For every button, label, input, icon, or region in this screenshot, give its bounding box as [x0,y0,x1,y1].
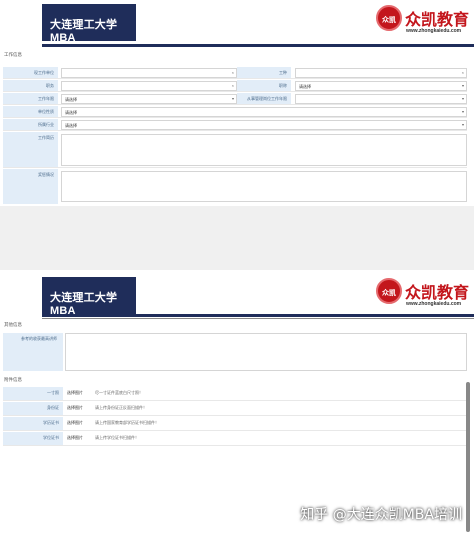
attachment-row: 身份证 选择图片 请上传身份证正反面扫描件！ [3,402,467,416]
clear-icon: × [231,70,234,75]
other-info-textarea[interactable] [65,333,467,371]
brand-name: 众凯教育 [405,283,470,302]
field-label: 职务 [3,80,58,91]
field-label: 身份证 [3,402,63,415]
form-row: 现工作单位 × 工种 × [3,67,467,79]
brand-name: 众凯教育 [405,10,470,29]
job-type-input[interactable]: × [295,68,467,78]
school-logo-text: 大连理工大学MBA [50,292,118,317]
brand-url: www.zhongkaiedu.com [406,301,462,307]
award-textarea[interactable] [61,171,467,202]
form-row: 所属行业 请选择 ▾ [3,119,467,131]
school-logo: 大连理工大学MBA [42,4,136,44]
header-divider [42,44,474,47]
brand-url: www.zhongkaiedu.com [406,28,462,34]
work-years-select[interactable]: 请选择 ▾ [61,94,237,104]
field-label: 一寸照 [3,387,63,400]
school-logo: 大连理工大学MBA [42,277,136,317]
section-title-attach: 附件信息 [4,377,22,382]
chevron-down-icon: ▾ [461,83,464,88]
field-label: 奖惩情况 [3,169,58,204]
upload-hint: 请上传国家教育部学历证书扫描件！ [95,420,159,425]
field-label: 职称 [237,80,291,91]
resume-textarea[interactable] [61,134,467,166]
field-label: 所属行业 [3,119,58,130]
upload-hint: 请上传学位证书扫描件！ [95,435,139,440]
watermark: 知乎 @大连众凯MBA培训 [300,507,462,523]
form-row: 职务 × 职称 请选择 ▾ [3,80,467,92]
chevron-down-icon: ▾ [461,96,464,101]
company-nature-select[interactable]: 请选择 ▾ [61,107,467,117]
upload-hint: 请上传身份证正反面扫描件！ [95,405,147,410]
field-label: 学历证书 [3,417,63,430]
form-row: 参考的收获最高讲师 [3,333,467,371]
brand-seal-icon: 众凯 [376,5,402,31]
page-header: 大连理工大学MBA 众凯 众凯教育 www.zhongkaiedu.com [0,273,474,317]
scrollbar[interactable] [466,382,470,532]
mgmt-years-select[interactable]: ▾ [295,94,467,104]
section-title-other: 其他信息 [4,322,22,327]
form-row: 工作年限 请选择 ▾ 从事管理岗位工作年限 ▾ [3,93,467,105]
choose-image-button[interactable]: 选择图片 [67,405,83,411]
form-row: 工作简历 [3,132,467,168]
field-label: 工种 [237,67,291,78]
brand-seal-icon: 众凯 [376,278,402,304]
attachment-row: 学历证书 选择图片 请上传国家教育部学历证书扫描件！ [3,417,467,431]
field-label: 现工作单位 [3,67,58,78]
industry-select[interactable]: 请选择 ▾ [61,120,467,130]
clear-icon: × [461,70,464,75]
section-title-work: 工作信息 [4,52,22,57]
chevron-down-icon: ▾ [231,96,234,101]
clear-icon: × [231,83,234,88]
school-logo-text: 大连理工大学MBA [50,19,118,44]
header-divider [42,314,474,317]
page-header: 大连理工大学MBA 众凯 众凯教育 www.zhongkaiedu.com [0,0,474,44]
attachment-panel: 大连理工大学MBA 众凯 众凯教育 www.zhongkaiedu.com 其他… [0,270,474,540]
attachment-row: 学位证书 选择图片 请上传学位证书扫描件！ [3,432,467,446]
field-label: 工作年限 [3,93,58,104]
form-row: 奖惩情况 [3,169,467,204]
chevron-down-icon: ▾ [461,122,464,127]
choose-image-button[interactable]: 选择图片 [67,420,83,426]
brand-logo: 众凯 众凯教育 www.zhongkaiedu.com [376,5,470,37]
field-label: 单位性质 [3,106,58,117]
field-label: 从事管理岗位工作年限 [237,93,291,104]
attachment-row: 一寸照 选择图片 尽一寸证件蓝底白尺寸照！ [3,387,467,401]
company-input[interactable]: × [61,68,237,78]
form-row: 单位性质 请选择 ▾ [3,106,467,118]
upload-hint: 尽一寸证件蓝底白尺寸照！ [95,390,143,395]
choose-image-button[interactable]: 选择图片 [67,390,83,396]
chevron-down-icon: ▾ [461,109,464,114]
duty-select[interactable]: 请选择 ▾ [295,81,467,91]
work-info-panel: 大连理工大学MBA 众凯 众凯教育 www.zhongkaiedu.com 工作… [0,0,474,206]
field-label: 工作简历 [3,132,58,167]
choose-image-button[interactable]: 选择图片 [67,435,83,441]
position-input[interactable]: × [61,81,237,91]
header-divider-thin [42,318,474,319]
brand-logo: 众凯 众凯教育 www.zhongkaiedu.com [376,278,470,310]
field-label: 学位证书 [3,432,63,445]
field-label: 参考的收获最高讲师 [3,333,63,371]
